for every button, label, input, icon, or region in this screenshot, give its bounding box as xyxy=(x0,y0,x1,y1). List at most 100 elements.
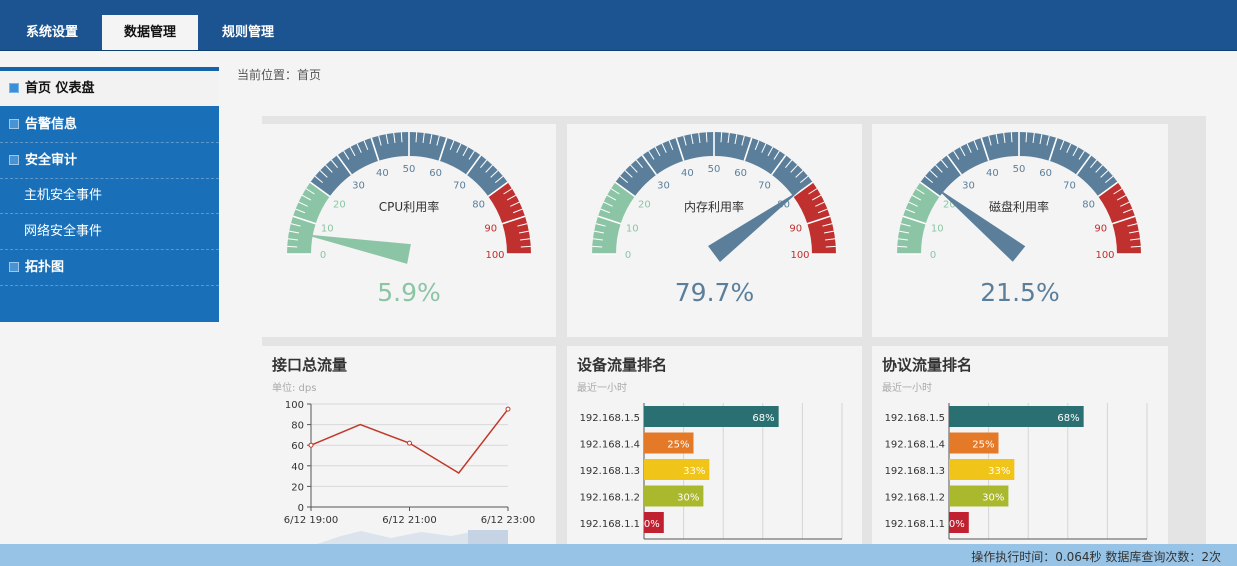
sidebar-item-label: 主机安全事件 xyxy=(24,188,103,203)
gauge-tick-label: 100 xyxy=(485,250,504,261)
gauge-band-high xyxy=(488,182,531,254)
bar-value-label: 0% xyxy=(949,519,965,530)
sidebar-item-alerts[interactable]: 告警信息 xyxy=(0,107,219,143)
gauge-tick-label: 90 xyxy=(1094,223,1107,234)
gauge-tick-label: 70 xyxy=(1063,180,1076,191)
gauge-tick-label: 50 xyxy=(1013,164,1026,175)
gauge-tick-label: 70 xyxy=(758,180,771,191)
gauge-tick-label: 90 xyxy=(484,223,497,234)
gauge-tick-label: 80 xyxy=(1082,199,1095,210)
protocol-bar-chart: 192.168.1.5 68% 192.168.1.4 25% 192.168.1.3 3… xyxy=(885,403,1148,540)
bar-value-label: 30% xyxy=(982,493,1004,504)
gauge-band-high xyxy=(1098,182,1141,254)
sidebar-item-label: 拓扑图 xyxy=(25,260,65,275)
gauge-panel-cpu: 0 10 20 30 40 50 60 70 80 90 100 CPU利用率 5.9% xyxy=(262,124,556,337)
gauge-tick-label: 100 xyxy=(1095,250,1114,261)
bullet-icon xyxy=(9,82,19,93)
y-tick-label: 0 xyxy=(298,503,304,514)
device-panel: 设备流量排名 最近一小时 192.168.1.5 68% 192.168.1.4 25… xyxy=(567,346,862,546)
gauge-band-low xyxy=(287,182,330,254)
category-label: 192.168.1.5 xyxy=(580,413,640,424)
gauge-tick-label: 60 xyxy=(1039,168,1052,179)
gauge-tick xyxy=(720,132,723,143)
footer-bar: 操作执行时间：0.064秒 数据库查询次数：2次 xyxy=(0,544,1237,566)
gauge-band-low xyxy=(592,182,635,254)
gauge-tick-label: 0 xyxy=(320,250,326,261)
bullet-icon xyxy=(9,154,19,165)
gauge-tick xyxy=(825,245,836,248)
data-point xyxy=(308,442,314,448)
gauge-tick-label: 10 xyxy=(931,223,944,234)
x-tick-label: 6/12 19:00 xyxy=(284,515,338,526)
traffic-panel: 接口总流量 单位: dps 0 20 40 60 80 100 6/12 19:00 6/12… xyxy=(262,346,556,546)
category-label: 192.168.1.1 xyxy=(885,519,945,530)
gauge-tick xyxy=(1025,132,1028,143)
sidebar-item-network-security[interactable]: 网络安全事件 xyxy=(0,214,219,250)
y-tick-label: 60 xyxy=(291,441,304,452)
gauge-tick xyxy=(897,245,908,248)
sidebar: 首页 仪表盘 告警信息 安全审计 主机安全事件 网络安全事件 拓扑图 xyxy=(0,67,219,322)
gauge-needle xyxy=(934,186,1026,262)
gauge-tick-label: 70 xyxy=(453,180,466,191)
gauge-band-low xyxy=(897,182,940,254)
bullet-icon xyxy=(9,261,19,272)
gauge-tick-label: 10 xyxy=(321,223,334,234)
data-point xyxy=(505,406,511,412)
dashboard-content: 0 10 20 30 40 50 60 70 80 90 100 CPU利用率 5.9% 0 10 20 3… xyxy=(262,116,1206,546)
cpu-gauge: 0 10 20 30 40 50 60 70 80 90 100 CPU利用率 xyxy=(287,132,531,264)
gauge-tick-label: 60 xyxy=(429,168,442,179)
category-label: 192.168.1.2 xyxy=(580,493,640,504)
gauge-label: CPU利用率 xyxy=(379,199,439,214)
x-tick-label: 6/12 23:00 xyxy=(481,515,535,526)
bar-value-label: 25% xyxy=(972,440,994,451)
y-tick-label: 40 xyxy=(291,462,304,473)
sidebar-item-security-audit[interactable]: 安全审计 xyxy=(0,143,219,179)
category-label: 192.168.1.2 xyxy=(885,493,945,504)
category-label: 192.168.1.3 xyxy=(580,466,640,477)
gauge-tick-label: 0 xyxy=(930,250,936,261)
gauge-tick-label: 0 xyxy=(625,250,631,261)
category-label: 192.168.1.4 xyxy=(885,440,945,451)
bar-value-label: 68% xyxy=(1057,413,1079,424)
gauge-panel-disk: 0 10 20 30 40 50 60 70 80 90 100 磁盘利用率 21.5% xyxy=(872,124,1168,337)
tab-rule-management[interactable]: 规则管理 xyxy=(206,15,290,50)
gauge-label: 内存利用率 xyxy=(684,199,744,214)
gauge-tick-label: 30 xyxy=(657,180,670,191)
y-tick-label: 80 xyxy=(291,421,304,432)
gauge-tick-label: 30 xyxy=(352,180,365,191)
gauge-tick xyxy=(400,132,403,143)
top-nav-bar: 系统设置 数据管理 规则管理 xyxy=(0,0,1237,51)
gauge-band-high xyxy=(793,182,836,254)
y-tick-label: 100 xyxy=(285,400,304,411)
gauge-panel-memory: 0102030405060708090100内存利用率 79.7% xyxy=(567,124,862,337)
category-label: 192.168.1.4 xyxy=(580,440,640,451)
gauge-tick xyxy=(287,245,298,248)
tab-system-settings[interactable]: 系统设置 xyxy=(10,15,94,50)
gauge-tick-label: 40 xyxy=(986,168,999,179)
gauge-tick xyxy=(520,245,531,248)
gauge-tick xyxy=(1010,132,1013,143)
footer-status: 操作执行时间：0.064秒 数据库查询次数：2次 xyxy=(971,550,1221,564)
device-bar-chart: 192.168.1.5 68% 192.168.1.4 25% 192.168.1.3 3… xyxy=(580,403,843,540)
sidebar-item-label: 安全审计 xyxy=(25,153,78,168)
gauge-tick-label: 50 xyxy=(403,164,416,175)
gauge-tick-label: 40 xyxy=(681,168,694,179)
sidebar-item-host-security[interactable]: 主机安全事件 xyxy=(0,178,219,214)
tab-data-management[interactable]: 数据管理 xyxy=(102,15,198,50)
gauge-tick-label: 50 xyxy=(708,164,721,175)
gauge-value: 21.5% xyxy=(980,278,1060,307)
sidebar-item-label: 告警信息 xyxy=(25,117,78,132)
disk-gauge: 010203040 50 60708090100磁盘利用率 xyxy=(897,132,1141,262)
gauge-tick-label: 10 xyxy=(626,223,639,234)
sidebar-item-home[interactable]: 首页 仪表盘 xyxy=(0,71,219,106)
gauge-tick-label: 90 xyxy=(789,223,802,234)
gauge-value: 79.7% xyxy=(674,278,755,307)
gauge-tick xyxy=(592,245,603,248)
gauge-label: 磁盘利用率 xyxy=(989,199,1049,214)
gauge-tick-label: 60 xyxy=(734,168,747,179)
bar-value-label: 30% xyxy=(677,493,699,504)
gauge-tick xyxy=(1130,245,1141,248)
bar-value-label: 0% xyxy=(644,519,660,530)
sidebar-item-topology[interactable]: 拓扑图 xyxy=(0,250,219,286)
gauge-tick-label: 30 xyxy=(962,180,975,191)
